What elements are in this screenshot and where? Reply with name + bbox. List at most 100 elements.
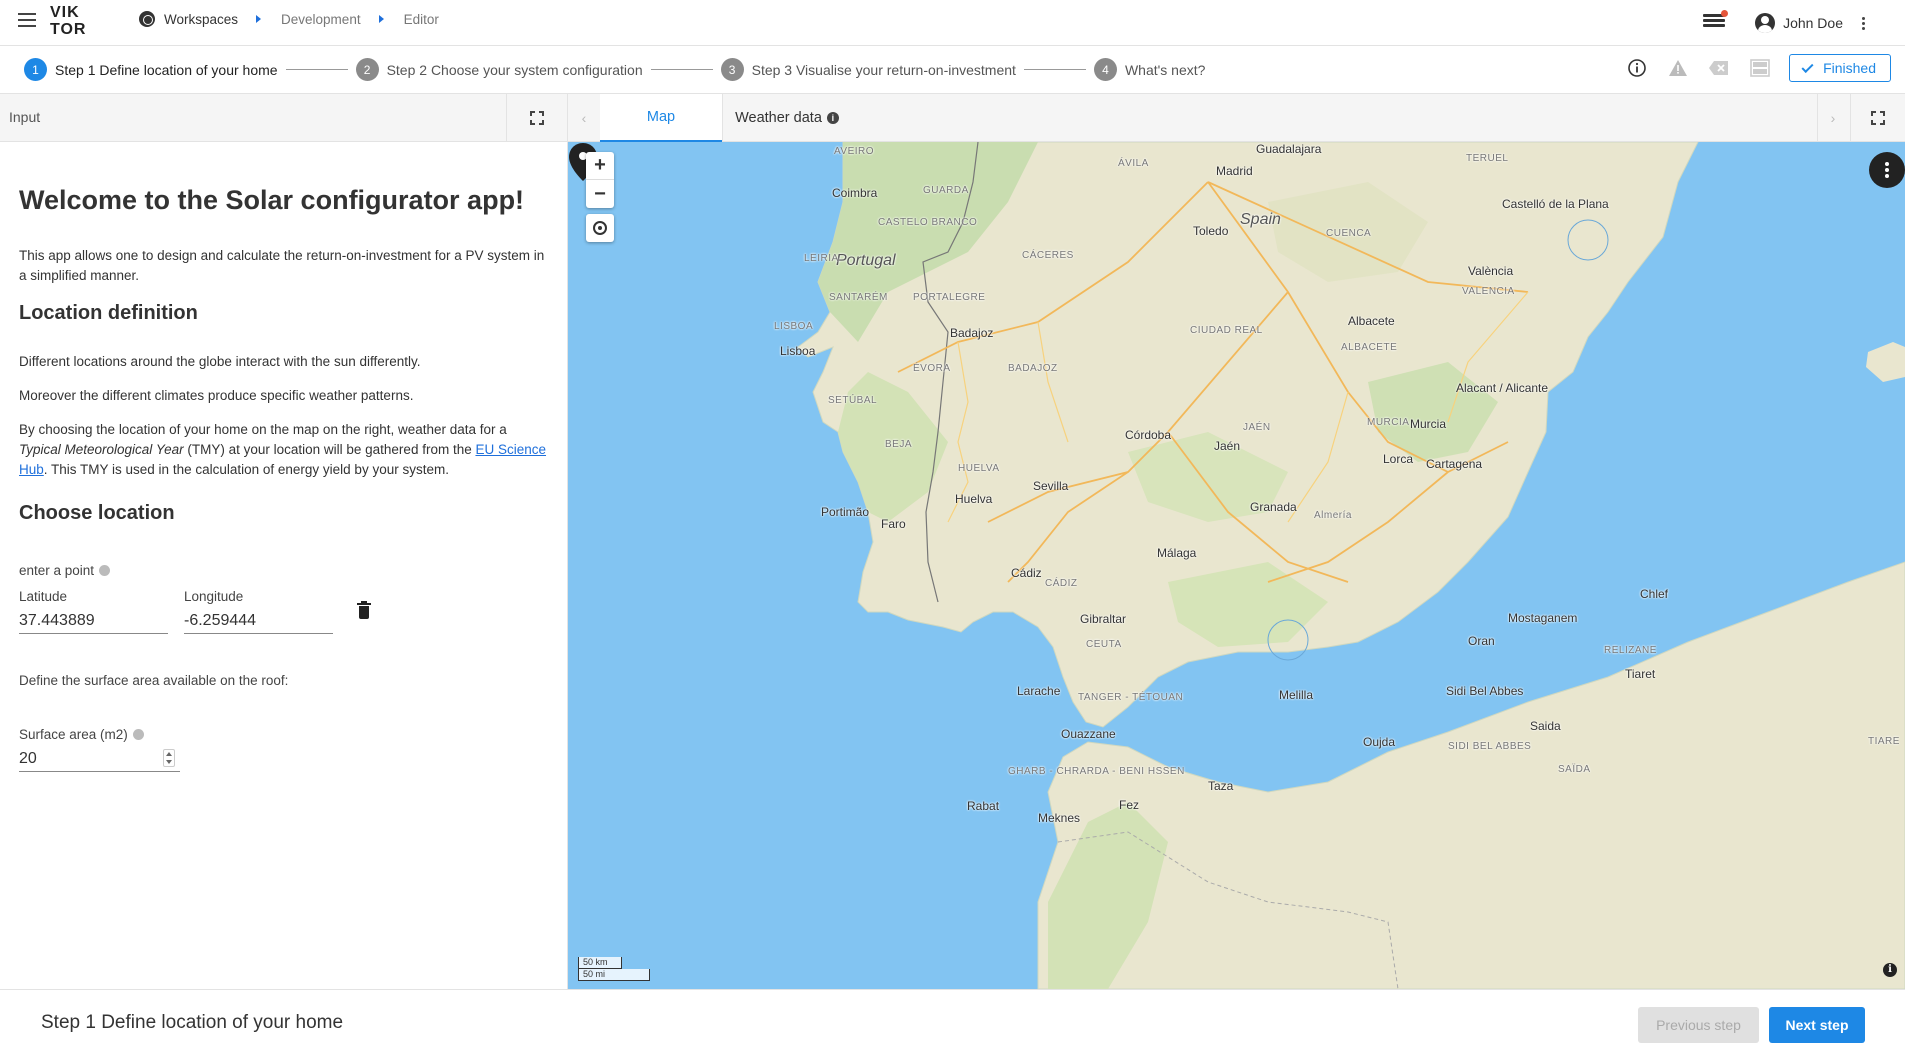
fullscreen-icon[interactable]	[530, 111, 544, 125]
map-label-city: Toledo	[1193, 224, 1229, 238]
longitude-input[interactable]	[184, 608, 333, 634]
map-label-city: Madrid	[1216, 164, 1253, 178]
clear-icon[interactable]	[1707, 56, 1731, 80]
map-label-city: Badajoz	[950, 326, 994, 340]
map-label-city: Melilla	[1279, 688, 1314, 702]
map-label-city: Oran	[1468, 634, 1495, 648]
finished-button[interactable]: Finished	[1789, 54, 1891, 82]
menu-icon[interactable]	[18, 13, 36, 27]
step-1[interactable]: 1 Step 1 Define location of your home	[24, 58, 278, 81]
longitude-label: Longitude	[184, 589, 244, 604]
map-label-region: VALENCIA	[1462, 286, 1515, 297]
map-label-city: Coimbra	[832, 186, 878, 200]
map-label-region: Almería	[1314, 510, 1352, 521]
intro-text: This app allows one to design and calcul…	[19, 248, 545, 283]
info-icon[interactable]: i	[826, 112, 839, 124]
map-label-region: CIUDAD REAL	[1190, 325, 1263, 336]
map-label-region: CEUTA	[1086, 639, 1122, 650]
tab-scroll-right-icon[interactable]: ›	[1817, 94, 1849, 142]
viktor-logo[interactable]: VIK TOR	[50, 4, 86, 38]
tab-weather-data[interactable]: Weather data i	[722, 94, 852, 142]
zoom-out-button[interactable]: −	[586, 180, 614, 208]
surface-area-input[interactable]	[19, 746, 180, 772]
step-connector	[1023, 69, 1086, 70]
crosshair-icon	[593, 221, 607, 235]
map-label-city: Albacete	[1348, 314, 1395, 328]
map-label-region: LEIRIA	[804, 253, 839, 264]
user-name: John Doe	[1783, 15, 1843, 31]
map-label-region: GUARDA	[923, 185, 969, 196]
step-number: 4	[1093, 58, 1117, 81]
map-label-region: SANTARÉM	[829, 292, 888, 303]
tab-map[interactable]: Map	[600, 94, 722, 142]
map-label-region: ÁVILA	[1118, 158, 1149, 169]
choose-location-heading: Choose location	[19, 502, 175, 524]
step-3[interactable]: 3 Step 3 Visualise your return-on-invest…	[720, 58, 1016, 81]
previous-step-button[interactable]: Previous step	[1638, 1007, 1759, 1043]
map-label-region: JAÉN	[1243, 422, 1271, 433]
map-scale: 50 km 50 mi	[578, 957, 650, 981]
map-label-city: Cartagena	[1426, 457, 1483, 471]
paragraph-1: Different locations around the globe int…	[19, 354, 421, 369]
step-4[interactable]: 4 What's next?	[1093, 58, 1206, 81]
attribution-info-icon[interactable]: i	[1883, 963, 1897, 977]
map-label-city: València	[1468, 264, 1514, 278]
map-label-country: Spain	[1240, 211, 1281, 228]
map-label-region: BEJA	[885, 439, 913, 450]
tab-scroll-left-icon[interactable]: ‹	[568, 94, 600, 142]
fullscreen-icon[interactable]	[1871, 111, 1885, 125]
map-label-city: Cádiz	[1011, 566, 1042, 580]
scale-km: 50 km	[578, 957, 622, 969]
map-label-region: GHARB - CHRARDA - BENI HSSEN	[1008, 766, 1185, 777]
map-label-city: Sidi Bel Abbes	[1446, 684, 1524, 698]
map-label-city: Málaga	[1157, 546, 1197, 560]
number-stepper-icon[interactable]	[163, 749, 175, 767]
input-panel-title: Input	[9, 109, 41, 125]
zoom-in-button[interactable]: +	[586, 152, 614, 180]
avatar-icon	[1755, 13, 1776, 33]
delete-point-icon[interactable]	[357, 601, 371, 619]
map-label-city: Meknes	[1038, 811, 1081, 825]
breadcrumb-editor: Editor	[403, 11, 439, 27]
step-label: What's next?	[1124, 61, 1206, 78]
step-connector	[650, 69, 713, 70]
surface-area-label: Surface area (m2)	[19, 727, 144, 742]
info-icon[interactable]	[132, 729, 144, 740]
map-label-region: LISBOA	[774, 321, 814, 332]
map-label-region: ALBACETE	[1341, 342, 1398, 353]
map-label-city: Alacant / Alicante	[1456, 381, 1549, 395]
latitude-input[interactable]	[19, 608, 168, 634]
info-icon[interactable]	[1625, 56, 1649, 80]
locate-me-button[interactable]	[586, 214, 614, 242]
map-label-city: Tiaret	[1625, 667, 1656, 681]
scale-mi: 50 mi	[578, 969, 650, 981]
breadcrumb-development[interactable]: Development	[281, 12, 361, 27]
map-label-city: Chlef	[1640, 587, 1669, 601]
map-base	[797, 142, 1905, 989]
map-view[interactable]: Guadalajara Madrid Coimbra Toledo Castel…	[568, 142, 1905, 989]
check-icon	[1801, 60, 1814, 73]
map-label-city: Taza	[1208, 779, 1234, 793]
info-icon[interactable]	[99, 565, 111, 576]
stepper: 1 Step 1 Define location of your home 2 …	[0, 46, 1905, 94]
map-label-city: Huelva	[955, 492, 993, 506]
map-label-region: SIDI BEL ABBES	[1448, 741, 1532, 752]
user-menu[interactable]: John Doe	[1755, 13, 1843, 33]
breadcrumb-workspaces[interactable]: Workspaces	[164, 12, 238, 27]
more-options-icon[interactable]	[1861, 16, 1865, 31]
map-label-region: SAÏDA	[1558, 764, 1591, 775]
map-label-city: Jaén	[1214, 439, 1241, 453]
map-options-button[interactable]	[1869, 152, 1905, 188]
map-label-city: Ouazzane	[1061, 727, 1116, 741]
point-field-label: enter a point	[19, 563, 111, 578]
step-label: Step 2 Choose your system configuration	[386, 61, 643, 78]
workspaces-icon	[139, 11, 155, 27]
map-label-city: Córdoba	[1125, 428, 1172, 442]
next-step-button[interactable]: Next step	[1769, 1007, 1865, 1043]
warning-icon[interactable]	[1666, 56, 1690, 80]
step-label: Step 1 Define location of your home	[55, 61, 278, 78]
notifications-icon[interactable]	[1703, 10, 1729, 32]
map-label-region: CUENCA	[1326, 228, 1372, 239]
step-2[interactable]: 2 Step 2 Choose your system configuratio…	[355, 58, 643, 81]
layout-icon[interactable]	[1748, 56, 1772, 80]
